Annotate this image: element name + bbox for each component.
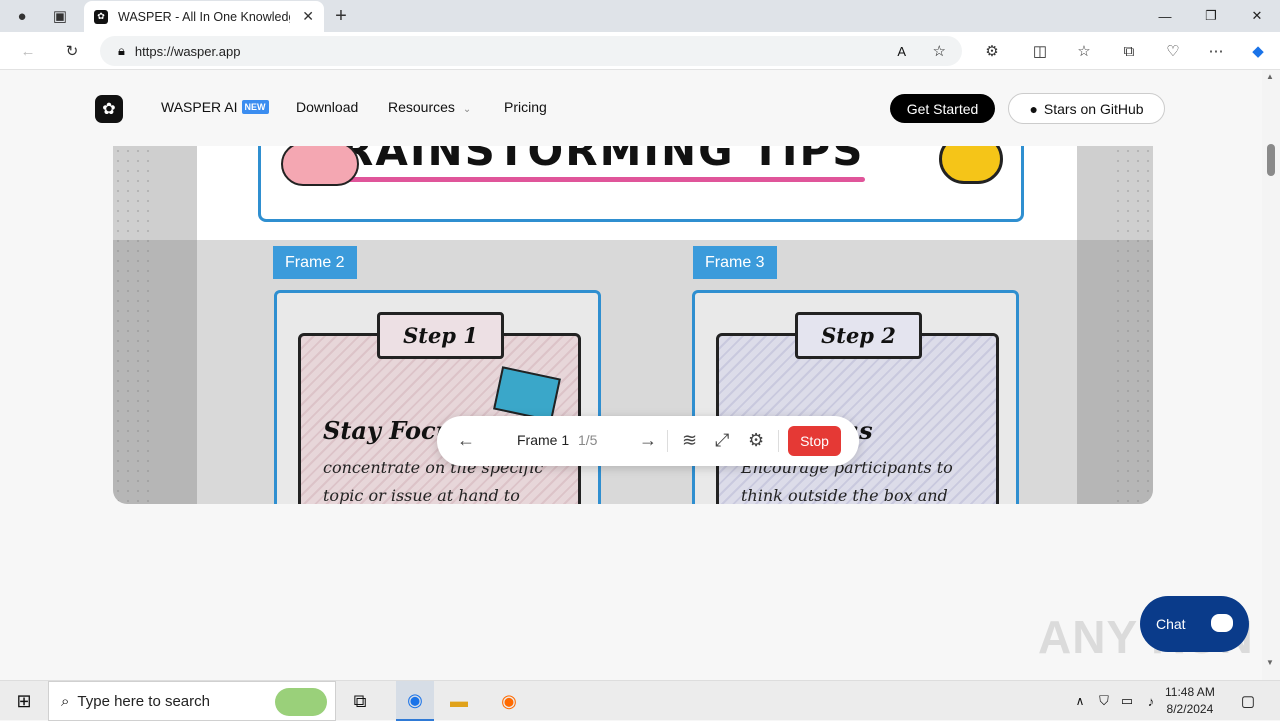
get-started-button[interactable]: Get Started — [890, 94, 995, 123]
url-text: https://wasper.app — [134, 43, 241, 59]
clock-date: 8/2/2024 — [1166, 702, 1214, 716]
read-aloud-icon[interactable]: A — [897, 44, 906, 59]
browser-tab[interactable]: ✿ WASPER - All In One Knowledge ✕ — [84, 1, 324, 32]
tab-close-icon[interactable]: ✕ — [302, 8, 314, 25]
wasper-logo-icon[interactable]: ✿ — [95, 95, 123, 123]
favorites-icon[interactable]: ☆ — [1072, 39, 1096, 63]
browser-titlebar: ● ▣ ✿ WASPER - All In One Knowledge ✕ + … — [0, 0, 1280, 32]
brain-icon — [281, 146, 359, 186]
prev-frame-icon[interactable]: ← — [457, 430, 475, 451]
back-icon[interactable]: ← — [16, 39, 40, 63]
file-explorer-icon[interactable]: ▬ — [445, 687, 473, 715]
collections-icon[interactable]: ⧉ — [1117, 39, 1141, 63]
github-icon: ● — [1029, 100, 1038, 117]
frame-2-label[interactable]: Frame 2 — [273, 246, 357, 279]
favorite-star-icon[interactable]: ☆ — [933, 42, 946, 60]
browser-toolbar: ← ↻ 🔒︎ https://wasper.app A ☆ ⚙ ◫ ☆ ⧉ ♡ … — [0, 32, 1280, 70]
new-tab-icon[interactable]: + — [329, 4, 353, 28]
site-nav: ✿ WASPER AI NEW Download Resources ⌄ Pric… — [0, 70, 1262, 146]
refresh-icon[interactable]: ↻ — [60, 39, 84, 63]
next-frame-icon[interactable]: → — [639, 430, 657, 451]
layers-icon[interactable]: ≋ — [682, 430, 697, 451]
nav-pricing[interactable]: Pricing — [504, 99, 547, 115]
nav-resources[interactable]: Resources ⌄ — [388, 99, 471, 115]
profile-icon[interactable]: ● — [10, 4, 34, 28]
step-1-title: Stay Focu — [323, 416, 454, 445]
wasper-favicon-icon: ✿ — [94, 9, 108, 24]
scroll-thumb[interactable] — [1267, 144, 1275, 176]
frame-count: 1/5 — [578, 432, 598, 448]
chat-bubble-icon — [1211, 614, 1233, 632]
divider — [778, 430, 779, 452]
minimize-icon[interactable]: — — [1142, 0, 1188, 32]
new-badge: NEW — [241, 100, 269, 114]
taskbar-clock[interactable]: 11:48 AM 8/2/2024 — [1165, 684, 1215, 718]
stop-button[interactable]: Stop — [788, 426, 841, 456]
map-icon — [493, 366, 561, 422]
more-menu-icon[interactable]: ⋯ — [1204, 39, 1228, 63]
github-stars-button[interactable]: ● Stars on GitHub — [1008, 93, 1165, 124]
frame-2-box[interactable]: Step 1 Stay Focu concentrate on the spec… — [274, 290, 601, 504]
nav-download[interactable]: Download — [296, 99, 358, 115]
chat-label: Chat — [1156, 616, 1186, 632]
volume-icon[interactable]: ♪ — [1137, 687, 1165, 715]
extensions-icon[interactable]: ⚙ — [980, 39, 1004, 63]
frame-label: Frame 1 — [517, 432, 570, 448]
search-icon: ⌕ — [61, 692, 70, 710]
address-bar[interactable]: 🔒︎ https://wasper.app A ☆ — [100, 36, 962, 66]
fullscreen-icon[interactable]: ⤢ — [715, 430, 729, 451]
settings-gear-icon[interactable]: ⚙ — [748, 430, 764, 451]
clock-time: 11:48 AM — [1165, 685, 1215, 699]
firefox-icon[interactable]: ◉ — [495, 687, 523, 715]
scroll-down-icon[interactable]: ▼ — [1266, 658, 1274, 667]
tab-title: WASPER - All In One Knowledge — [118, 9, 290, 24]
frame-3-box[interactable]: Step 2 ...ld Ideas Encourage participant… — [692, 290, 1019, 504]
edge-taskbar-icon[interactable]: ◉ — [396, 681, 434, 721]
tab-actions-icon[interactable]: ▣ — [48, 4, 72, 28]
performance-icon[interactable]: ♡ — [1161, 39, 1185, 63]
task-view-icon[interactable]: ⧉ — [346, 687, 374, 715]
github-label: Stars on GitHub — [1043, 100, 1144, 117]
copilot-icon[interactable]: ◆ — [1246, 39, 1270, 63]
step-2-tag: Step 2 — [795, 312, 922, 359]
restore-icon[interactable]: ❐ — [1188, 0, 1234, 32]
taskbar-search[interactable]: ⌕ Type here to search — [48, 681, 336, 721]
search-highlight-icon — [275, 688, 327, 716]
windows-start-icon[interactable]: ⊞ — [0, 681, 48, 721]
notifications-icon[interactable]: ▢ — [1234, 687, 1262, 715]
split-screen-icon[interactable]: ◫ — [1028, 39, 1052, 63]
board-heading: BRAINSTORMING TIPS — [307, 146, 865, 175]
web-page: ✿ WASPER AI NEW Download Resources ⌄ Pric… — [0, 70, 1262, 680]
emoji-face-icon — [939, 146, 1003, 184]
frame-3-label[interactable]: Frame 3 — [693, 246, 777, 279]
chevron-down-icon: ⌄ — [462, 104, 472, 115]
close-window-icon[interactable]: ✕ — [1234, 0, 1280, 32]
nav-resources-label: Resources — [388, 99, 455, 115]
step-1-tag: Step 1 — [377, 312, 504, 359]
nav-wasper-ai[interactable]: WASPER AI NEW — [161, 99, 269, 115]
nav-brand-label: WASPER AI — [161, 99, 238, 115]
presentation-controls: ← Frame 1 1/5 → ≋ ⤢ ⚙ Stop — [437, 416, 859, 466]
page-scrollbar[interactable]: ▲ ▼ — [1262, 70, 1280, 680]
heading-underline — [309, 177, 865, 182]
scroll-up-icon[interactable]: ▲ — [1266, 72, 1274, 81]
divider — [667, 430, 668, 452]
windows-taskbar: ⊞ ⌕ Type here to search ⧉ ◉ ▬ ◉ ∧ ⛉ ▭ ♪ … — [0, 680, 1280, 721]
chat-button[interactable]: Chat — [1140, 596, 1249, 652]
lock-icon: 🔒︎ — [118, 43, 125, 58]
taskbar-search-placeholder: Type here to search — [77, 692, 210, 710]
